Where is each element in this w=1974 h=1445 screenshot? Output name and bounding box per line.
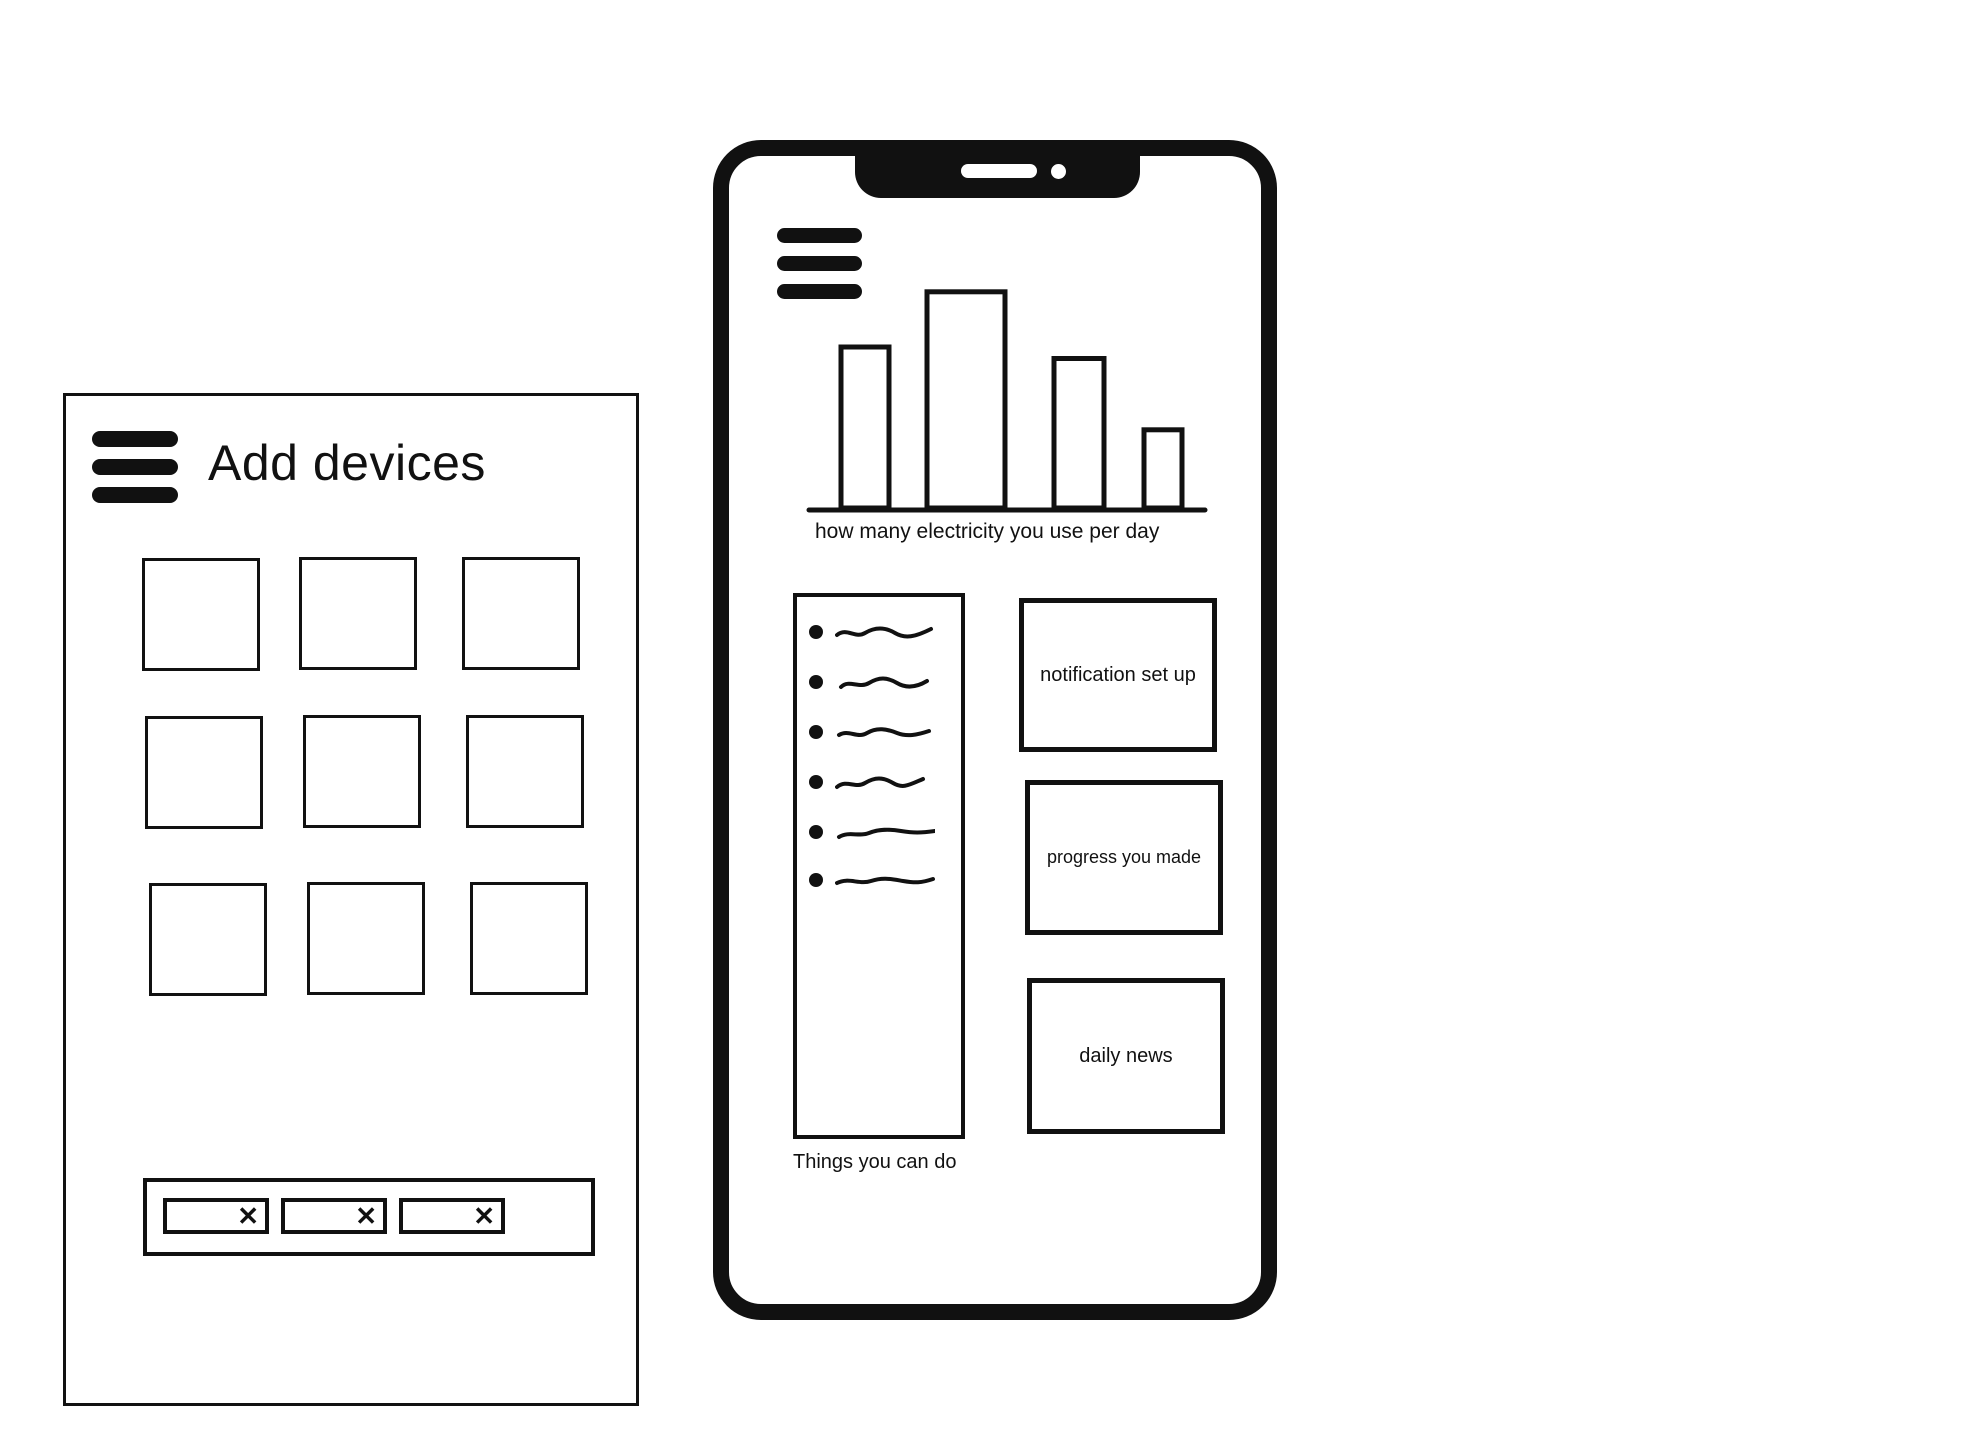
phone-frame: how many electricity you use per day Thi…	[713, 140, 1277, 1320]
phone-notch	[855, 152, 1140, 198]
bullet-icon	[809, 675, 823, 689]
bullet-icon	[809, 825, 823, 839]
list-item[interactable]	[809, 871, 959, 891]
placeholder-text-squiggle	[835, 626, 933, 639]
add-devices-screen: Add devices ✕ ✕ ✕	[63, 393, 639, 1406]
things-to-do-list[interactable]	[793, 593, 965, 1139]
chart-bar	[1141, 427, 1185, 511]
placeholder-text-squiggle	[835, 876, 935, 885]
daily-news-card[interactable]: daily news	[1027, 978, 1225, 1134]
chart-bar	[1051, 356, 1107, 511]
device-tile[interactable]	[145, 716, 263, 829]
selected-device-chip[interactable]: ✕	[281, 1198, 387, 1234]
device-tile[interactable]	[466, 715, 584, 828]
device-tile[interactable]	[142, 558, 260, 671]
menu-icon[interactable]	[92, 431, 178, 503]
bullet-icon	[809, 775, 823, 789]
close-icon[interactable]: ✕	[237, 1200, 259, 1232]
chart-bar	[924, 289, 1008, 511]
card-label: daily news	[1079, 1044, 1173, 1067]
bar-chart	[806, 289, 1208, 513]
speaker-icon	[961, 164, 1037, 178]
device-tile[interactable]	[307, 882, 425, 995]
card-label: notification set up	[1040, 663, 1196, 686]
menu-icon-line	[777, 256, 862, 271]
device-tile[interactable]	[470, 882, 588, 995]
bullet-icon	[809, 873, 823, 887]
list-item[interactable]	[809, 723, 959, 743]
selected-device-chip[interactable]: ✕	[163, 1198, 269, 1234]
things-to-do-caption: Things you can do	[793, 1151, 957, 1173]
menu-icon-line	[777, 228, 862, 243]
card-label: progress you made	[1046, 847, 1202, 867]
placeholder-text-squiggle	[837, 827, 935, 839]
bullet-icon	[809, 725, 823, 739]
chart-caption: how many electricity you use per day	[815, 520, 1160, 543]
placeholder-text-squiggle	[835, 776, 925, 789]
list-item[interactable]	[809, 773, 959, 793]
bullet-icon	[809, 625, 823, 639]
menu-icon-line	[92, 459, 178, 475]
chart-bar	[838, 344, 892, 511]
electricity-usage-chart	[806, 276, 1219, 516]
menu-icon-line	[92, 431, 178, 447]
selected-devices-tray: ✕ ✕ ✕	[143, 1178, 595, 1256]
device-tile[interactable]	[303, 715, 421, 828]
progress-card[interactable]: progress you made	[1025, 780, 1223, 935]
list-item[interactable]	[809, 673, 959, 693]
camera-icon	[1051, 164, 1066, 179]
close-icon[interactable]: ✕	[473, 1200, 495, 1232]
device-tile[interactable]	[299, 557, 417, 670]
placeholder-text-squiggle	[839, 676, 929, 689]
menu-icon-line	[92, 487, 178, 503]
device-tile[interactable]	[462, 557, 580, 670]
device-tile[interactable]	[149, 883, 267, 996]
list-item[interactable]	[809, 823, 959, 843]
placeholder-text-squiggle	[837, 727, 931, 738]
selected-device-chip[interactable]: ✕	[399, 1198, 505, 1234]
notification-setup-card[interactable]: notification set up	[1019, 598, 1217, 752]
list-item[interactable]	[809, 623, 959, 643]
page-title: Add devices	[208, 435, 486, 491]
close-icon[interactable]: ✕	[355, 1200, 377, 1232]
